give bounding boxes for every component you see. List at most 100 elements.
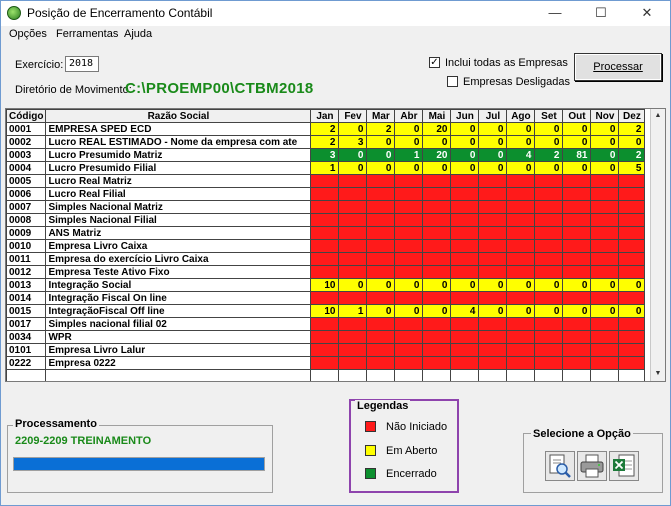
cell-month-value[interactable] [618,343,646,357]
cell-month-value[interactable]: 0 [534,278,564,292]
cell-month-value[interactable]: 0 [478,304,508,318]
cell-month-value[interactable] [506,330,536,344]
cell-month-value[interactable] [366,291,396,305]
cell-month-value[interactable]: 0 [478,161,508,175]
cell-month-value[interactable] [422,356,452,370]
cell-month-value[interactable] [562,356,592,370]
cell-month-value[interactable] [534,226,564,240]
cell-razao-social[interactable]: IntegraçãoFiscal Off line [45,304,312,318]
header-codigo[interactable]: Código [6,109,47,123]
cell-month-value[interactable] [590,187,620,201]
table-row[interactable]: 0013 Integração Social 10 0 0 0 0 0 0 0 0 0 0 0 [6,278,646,292]
cell-month-value[interactable] [366,226,396,240]
cell-month-value[interactable]: 0 [506,122,536,136]
cell-month-value[interactable] [478,252,508,266]
cell-month-value[interactable] [618,356,646,370]
empresas-grid[interactable]: Código Razão Social Jan Fev Mar Abr Mai Jun Ju… [5,108,666,382]
scroll-down-arrow-icon[interactable]: ▼ [651,367,665,381]
cell-codigo[interactable]: 0004 [6,161,47,175]
cell-codigo[interactable]: 0008 [6,213,47,227]
cell-codigo[interactable]: 0101 [6,343,47,357]
cell-month-value[interactable] [450,226,480,240]
cell-month-value[interactable] [310,252,340,266]
cell-month-value[interactable] [450,291,480,305]
table-row[interactable] [6,369,646,381]
cell-month-value[interactable]: 0 [366,278,396,292]
cell-month-value[interactable] [422,265,452,279]
cell-month-value[interactable] [618,226,646,240]
cell-month-value[interactable]: 0 [422,135,452,149]
cell-month-value[interactable]: 3 [310,148,340,162]
header-month-fev[interactable]: Fev [338,109,368,123]
cell-month-value[interactable]: 0 [394,122,424,136]
cell-month-value[interactable] [534,343,564,357]
cell-codigo[interactable]: 0001 [6,122,47,136]
cell-month-value[interactable]: 0 [618,278,646,292]
cell-month-value[interactable] [450,252,480,266]
desligadas-checkbox[interactable] [447,76,458,87]
cell-month-value[interactable] [450,200,480,214]
cell-month-value[interactable] [366,252,396,266]
cell-month-value[interactable] [618,213,646,227]
cell-month-value[interactable] [366,343,396,357]
cell-razao-social[interactable]: Lucro REAL ESTIMADO - Nome da empresa co… [45,135,312,149]
header-month-out[interactable]: Out [562,109,592,123]
print-button[interactable] [577,451,607,481]
cell-month-value[interactable] [506,239,536,253]
cell-month-value[interactable] [562,343,592,357]
cell-month-value[interactable] [394,239,424,253]
cell-month-value[interactable] [450,369,480,381]
header-month-mai[interactable]: Mai [422,109,452,123]
cell-month-value[interactable] [534,330,564,344]
cell-month-value[interactable] [366,200,396,214]
cell-month-value[interactable] [338,330,368,344]
cell-codigo[interactable] [6,369,47,381]
cell-razao-social[interactable]: Integração Social [45,278,312,292]
header-month-jun[interactable]: Jun [450,109,480,123]
cell-month-value[interactable] [310,174,340,188]
cell-month-value[interactable]: 10 [310,278,340,292]
cell-month-value[interactable] [562,213,592,227]
cell-month-value[interactable] [310,343,340,357]
minimize-button[interactable]: — [532,1,578,26]
cell-month-value[interactable] [618,174,646,188]
cell-month-value[interactable] [450,174,480,188]
cell-month-value[interactable] [394,291,424,305]
cell-month-value[interactable] [506,200,536,214]
cell-month-value[interactable]: 0 [366,135,396,149]
header-month-ago[interactable]: Ago [506,109,536,123]
cell-month-value[interactable] [506,252,536,266]
table-row[interactable]: 0011 Empresa do exercício Livro Caixa [6,252,646,266]
cell-month-value[interactable] [394,187,424,201]
cell-month-value[interactable] [478,343,508,357]
cell-razao-social[interactable]: Empresa do exercício Livro Caixa [45,252,312,266]
cell-month-value[interactable]: 0 [478,278,508,292]
header-month-dez[interactable]: Dez [618,109,646,123]
cell-month-value[interactable] [590,174,620,188]
cell-month-value[interactable] [562,226,592,240]
cell-month-value[interactable] [478,200,508,214]
exercicio-input[interactable]: 2018 [65,56,99,72]
cell-month-value[interactable] [366,187,396,201]
cell-month-value[interactable] [338,265,368,279]
cell-month-value[interactable]: 4 [506,148,536,162]
cell-month-value[interactable] [590,317,620,331]
cell-month-value[interactable] [394,252,424,266]
cell-month-value[interactable] [590,252,620,266]
cell-month-value[interactable] [506,317,536,331]
cell-month-value[interactable] [506,265,536,279]
header-month-nov[interactable]: Nov [590,109,620,123]
cell-month-value[interactable] [506,226,536,240]
cell-month-value[interactable]: 2 [310,135,340,149]
cell-month-value[interactable] [338,356,368,370]
cell-month-value[interactable]: 0 [338,278,368,292]
cell-month-value[interactable] [422,317,452,331]
cell-month-value[interactable] [310,369,340,381]
preview-button[interactable] [545,451,575,481]
header-month-set[interactable]: Set [534,109,564,123]
table-row[interactable]: 0003 Lucro Presumido Matriz 3 0 0 1 20 0 0 4 2 81 0 2 [6,148,646,162]
cell-month-value[interactable]: 0 [534,122,564,136]
cell-month-value[interactable] [590,291,620,305]
cell-month-value[interactable] [394,343,424,357]
cell-month-value[interactable]: 0 [394,135,424,149]
